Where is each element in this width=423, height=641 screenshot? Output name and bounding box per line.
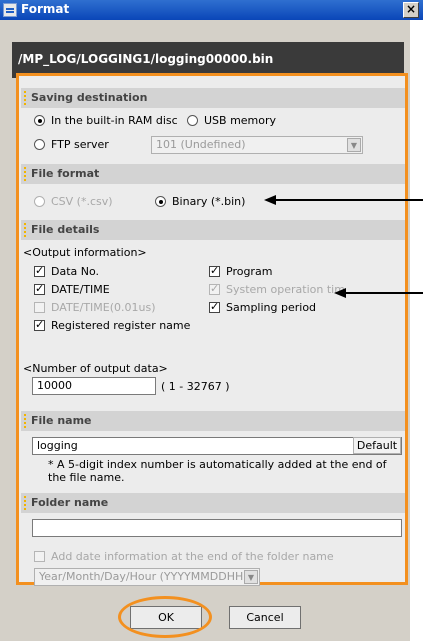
annotation-arrow-line	[274, 199, 423, 201]
window-title: Format	[21, 2, 70, 16]
window-icon	[3, 3, 17, 17]
radio-binary[interactable]: Binary (*.bin)	[155, 195, 245, 208]
check-date-time[interactable]: DATE/TIME	[34, 282, 110, 296]
radio-dot-icon	[187, 115, 198, 126]
check-data-no[interactable]: Data No.	[34, 264, 99, 278]
check-registered-register-name[interactable]: Registered register name	[34, 318, 190, 332]
file-format-header: File format	[21, 164, 405, 184]
checkbox-icon	[34, 302, 45, 313]
default-button[interactable]: Default	[353, 437, 401, 454]
checkbox-icon	[34, 551, 45, 562]
check-date-time-001us: DATE/TIME(0.01us)	[34, 301, 156, 314]
check-add-date-information: Add date information at the end of the f…	[34, 550, 334, 563]
folder-name-input[interactable]	[32, 519, 402, 537]
ok-highlight-ring	[118, 596, 212, 638]
checkbox-icon	[209, 282, 220, 295]
radio-ftp-server[interactable]: FTP server	[34, 138, 109, 151]
radio-usb-memory[interactable]: USB memory	[187, 114, 276, 127]
check-sampling-period[interactable]: Sampling period	[209, 300, 316, 314]
checkbox-icon	[34, 264, 45, 277]
file-details-header: File details	[21, 220, 405, 240]
output-information-label: <Output information>	[23, 246, 147, 259]
dropdown-arrow-icon: ▼	[347, 138, 361, 152]
check-program[interactable]: Program	[209, 264, 272, 278]
annotation-arrow-line	[344, 292, 423, 294]
radio-built-in-ram[interactable]: In the built-in RAM disc	[34, 114, 178, 127]
checkbox-icon	[209, 300, 220, 313]
number-of-output-data-input[interactable]: 10000	[32, 377, 156, 395]
checkbox-icon	[34, 318, 45, 331]
radio-dot-icon	[155, 196, 166, 207]
radio-csv: CSV (*.csv)	[34, 195, 113, 208]
file-name-header: File name	[21, 411, 405, 431]
close-icon[interactable]: ×	[403, 2, 419, 18]
saving-destination-header: Saving destination	[21, 88, 405, 108]
title-bar: Format ×	[0, 0, 423, 20]
ftp-server-select[interactable]: 101 (Undefined) ▼	[151, 136, 363, 154]
folder-name-header: Folder name	[21, 493, 405, 513]
dropdown-arrow-icon: ▼	[244, 570, 258, 584]
number-range-label: ( 1 - 32767 )	[161, 380, 230, 393]
date-format-select: Year/Month/Day/Hour (YYYYMMDDHH) ▼	[34, 568, 260, 586]
file-path: /MP_LOG/LOGGING1/logging00000.bin	[18, 52, 274, 66]
radio-dot-icon	[34, 139, 45, 150]
cancel-button[interactable]: Cancel	[229, 606, 301, 629]
check-system-operation-time: System operation tim	[209, 282, 345, 296]
checkbox-icon	[209, 264, 220, 277]
radio-dot-icon	[34, 115, 45, 126]
file-name-note: * A 5-digit index number is automaticall…	[48, 458, 387, 484]
radio-dot-icon	[34, 196, 45, 207]
checkbox-icon	[34, 282, 45, 295]
number-of-output-data-label: <Number of output data>	[23, 362, 168, 375]
file-name-input[interactable]: logging	[32, 437, 402, 455]
